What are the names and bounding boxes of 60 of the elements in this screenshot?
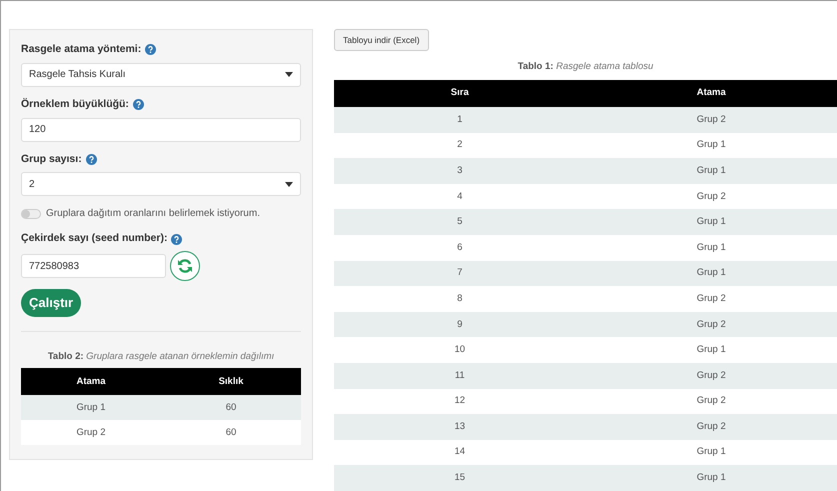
table-cell-text: Grup 2 xyxy=(75,426,107,440)
table-cell-text: 5 xyxy=(456,215,464,230)
toggle-label: Gruplara dağıtım oranlarını belirlemek istiyorum. xyxy=(46,207,260,222)
table-cell-text: Grup 2 xyxy=(696,368,727,383)
table-cell-text: 6 xyxy=(456,240,464,255)
help-icon[interactable] xyxy=(132,99,144,110)
table-cell-text: Grup 2 xyxy=(696,292,727,306)
table-cell-text: Grup 1 xyxy=(696,164,727,178)
caret-icon xyxy=(285,72,293,78)
toggle-switch[interactable] xyxy=(21,208,41,219)
table-cell-text: Grup 2 xyxy=(696,394,727,408)
table-cell-text: 7 xyxy=(456,266,464,280)
table-cell-text: 14 xyxy=(453,445,466,460)
refresh-icon xyxy=(177,258,193,274)
table-cell-text: Grup 1 xyxy=(696,471,727,486)
select-field[interactable]: Rasgele Tahsis Kuralı xyxy=(21,62,301,87)
table-cell-text: Grup 1 xyxy=(696,445,727,460)
table-cell-text: 9 xyxy=(456,318,464,332)
column-header: Atama xyxy=(696,86,727,100)
table-cell-text: 2 xyxy=(456,138,464,152)
download-button[interactable]: Tabloyu indir (Excel) xyxy=(334,29,429,51)
field-label: Rasgele atama yöntemi: xyxy=(21,42,142,57)
column-header: Sıklık xyxy=(218,374,244,389)
table-caption: Tablo 2: Gruplara rasgele atanan örneklemin dağılımı xyxy=(46,350,276,364)
table-cell-text: 8 xyxy=(456,292,464,306)
table-cell-text: Grup 1 xyxy=(696,343,727,358)
table-cell-text: Grup 1 xyxy=(75,400,107,415)
table-cell-text: 1 xyxy=(456,112,464,127)
table-caption: Tablo 1: Rasgele atama tablosu xyxy=(516,60,654,74)
caret-icon xyxy=(285,182,293,187)
table-cell-text: Grup 1 xyxy=(696,266,727,280)
column-header: Atama xyxy=(75,374,107,389)
table-cell-text: Grup 2 xyxy=(696,112,727,127)
help-icon[interactable] xyxy=(86,154,97,165)
help-icon[interactable] xyxy=(171,234,182,245)
run-button[interactable]: Çalıştır xyxy=(21,289,82,317)
help-icon[interactable] xyxy=(145,44,156,56)
refresh-button[interactable] xyxy=(170,251,200,281)
field-label: Çekirdek sayı (seed number): xyxy=(21,231,168,246)
table-cell-text: 60 xyxy=(224,426,238,440)
field-label: Örneklem büyüklüğü: xyxy=(21,96,129,112)
table-cell-text: 4 xyxy=(456,190,464,204)
table-cell-text: Grup 2 xyxy=(696,420,727,434)
table-cell-text: Grup 2 xyxy=(696,318,727,332)
table-cell-text: Grup 1 xyxy=(696,138,727,152)
table-cell-text: 3 xyxy=(456,164,464,178)
field-label: Grup sayısı: xyxy=(21,152,82,166)
select-field[interactable]: 2 xyxy=(21,172,301,196)
table-cell-text: Grup 1 xyxy=(696,215,727,230)
table-cell-text: 12 xyxy=(453,394,466,408)
table-cell-text: 10 xyxy=(453,343,466,358)
input-field[interactable]: 120 xyxy=(21,118,301,142)
table-cell-text: Grup 2 xyxy=(696,190,727,204)
table-cell-text: 13 xyxy=(453,420,466,434)
table-cell-text: Grup 1 xyxy=(696,240,727,255)
table-cell-text: 11 xyxy=(454,368,466,383)
column-header: Sıra xyxy=(450,86,470,100)
seed-field[interactable]: 772580983 xyxy=(21,254,166,278)
table-cell-text: 60 xyxy=(224,400,238,415)
table-cell-text: 15 xyxy=(453,471,466,486)
